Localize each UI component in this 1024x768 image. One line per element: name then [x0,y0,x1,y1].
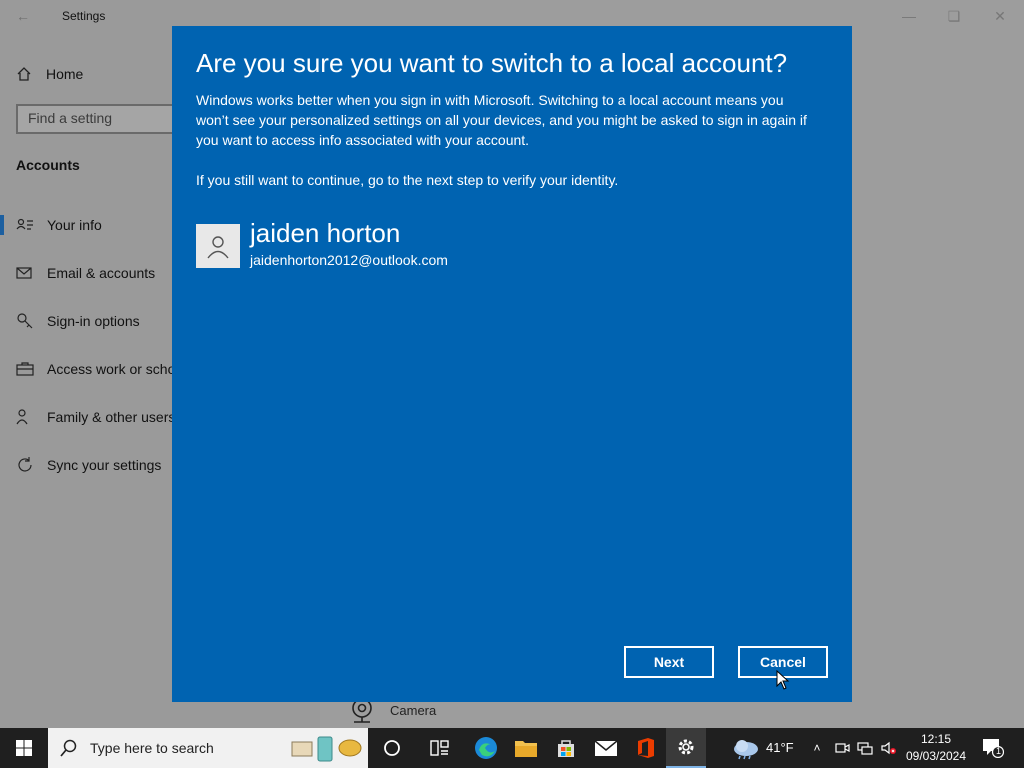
next-button[interactable]: Next [624,646,714,678]
back-arrow-icon[interactable]: ← [16,8,32,24]
sidebar-item-label: Sync your settings [47,457,162,473]
close-icon[interactable]: ✕ [990,6,1010,26]
windows-logo-icon [16,740,32,756]
user-avatar-icon [207,236,229,259]
mouse-cursor-icon [776,670,790,690]
settings-icon [678,739,694,755]
cortana-button[interactable] [372,728,412,768]
sidebar-item-label: Your info [47,217,102,233]
system-clock[interactable]: 12:15 09/03/2024 [900,731,972,765]
sidebar-item-label: Family & other users [47,409,176,425]
taskbar: Type here to search 41°F ˄ 12:15 09/03/2… [0,728,1024,768]
network-icon[interactable] [857,740,873,756]
start-button[interactable] [0,728,48,768]
volume-muted-icon[interactable] [880,740,896,756]
store-icon [558,740,574,757]
search-icon [60,739,77,757]
dialog-title: Are you sure you want to switch to a loc… [196,48,788,78]
dialog-body: Windows works better when you sign in wi… [196,92,807,148]
meet-now-icon[interactable] [834,740,850,756]
camera-label: Camera [390,702,437,718]
mail-icon [594,740,618,756]
window-title: Settings [62,9,106,23]
home-icon [17,67,31,81]
minimize-icon[interactable]: — [899,6,919,26]
sync-icon [18,457,32,472]
clock-time: 12:15 [920,732,952,746]
mail-button[interactable] [586,728,626,768]
clock-date: 09/03/2024 [905,749,967,763]
sidebar-item-label: Sign-in options [47,313,140,329]
office-icon [638,738,654,758]
notification-count: 1 [995,746,1001,756]
weather-cloud-icon[interactable] [732,738,760,760]
edge-button[interactable] [466,728,506,768]
briefcase-icon [16,362,34,376]
office-button[interactable] [626,728,666,768]
dialog-instructions: If you still want to continue, go to the… [196,172,619,188]
file-explorer-icon [515,741,537,757]
nav-home[interactable]: Home [16,60,83,88]
taskbar-search-box[interactable]: Type here to search [48,728,368,768]
restore-icon[interactable]: ❏ [944,6,964,26]
settings-taskbar-button[interactable] [666,728,706,768]
chevron-up-icon[interactable]: ˄ [809,740,825,756]
sidebar-item-label: Access work or scho [47,361,176,377]
sidebar-item-label: Email & accounts [47,265,156,281]
search-highlight-illustration-icon [291,736,362,762]
taskbar-search-placeholder: Type here to search [90,740,214,756]
avatar [196,224,240,268]
notification-center-button[interactable]: 1 [982,738,1005,759]
cortana-icon [384,740,400,756]
people-icon [16,409,28,425]
weather-temperature[interactable]: 41°F [766,740,794,755]
mail-icon [16,267,32,279]
switch-local-account-dialog: Are you sure you want to switch to a loc… [172,26,852,702]
file-explorer-button[interactable] [506,728,546,768]
section-title: Accounts [16,157,80,173]
key-icon [17,313,33,329]
store-button[interactable] [546,728,586,768]
task-view-icon [430,740,449,756]
edge-icon [475,737,497,759]
account-name: jaiden horton [250,218,401,248]
home-label: Home [46,66,84,82]
person-card-icon [16,218,33,230]
task-view-button[interactable] [420,728,460,768]
account-email: jaidenhorton2012@outlook.com [250,252,448,268]
